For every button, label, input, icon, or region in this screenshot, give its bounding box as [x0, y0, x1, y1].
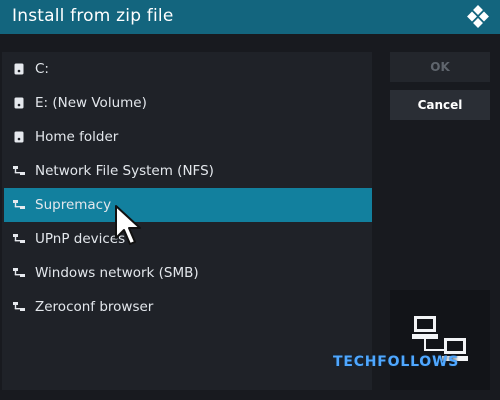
list-item-label: Home folder [35, 129, 119, 145]
list-item-label: Supremacy [35, 197, 112, 213]
list-item-label: Windows network (SMB) [35, 265, 199, 281]
list-item-e-drive[interactable]: E: (New Volume) [4, 86, 372, 120]
list-item-home-folder[interactable]: Home folder [4, 120, 372, 154]
network-computers-icon [412, 316, 468, 361]
network-icon [12, 300, 26, 314]
source-list: C: E: (New Volume) Home folder Network F… [2, 52, 372, 390]
list-item-zeroconf[interactable]: Zeroconf browser [4, 290, 372, 324]
network-preview [390, 290, 490, 390]
network-icon [12, 232, 26, 246]
dialog-titlebar: Install from zip file [0, 0, 500, 34]
list-item-nfs[interactable]: Network File System (NFS) [4, 154, 372, 188]
list-item-label: Zeroconf browser [35, 299, 154, 315]
cancel-button[interactable]: Cancel [390, 90, 490, 120]
list-item-label: UPnP devices [35, 231, 126, 247]
list-item-label: E: (New Volume) [35, 95, 147, 111]
ok-button[interactable]: OK [390, 52, 490, 82]
network-icon [12, 164, 26, 178]
list-item-supremacy[interactable]: Supremacy [4, 188, 372, 222]
kodi-logo-icon [467, 5, 489, 28]
dialog-title: Install from zip file [12, 6, 174, 26]
list-item-label: Network File System (NFS) [35, 163, 214, 179]
list-item-smb[interactable]: Windows network (SMB) [4, 256, 372, 290]
watermark: TECHFOLLOWS [333, 354, 460, 370]
list-item-upnp[interactable]: UPnP devices [4, 222, 372, 256]
network-icon [12, 266, 26, 280]
drive-icon [12, 130, 26, 144]
list-item-c-drive[interactable]: C: [4, 52, 372, 86]
list-item-label: C: [35, 61, 49, 77]
drive-icon [12, 96, 26, 110]
drive-icon [12, 62, 26, 76]
mouse-cursor-icon [115, 205, 141, 245]
network-icon [12, 198, 26, 212]
